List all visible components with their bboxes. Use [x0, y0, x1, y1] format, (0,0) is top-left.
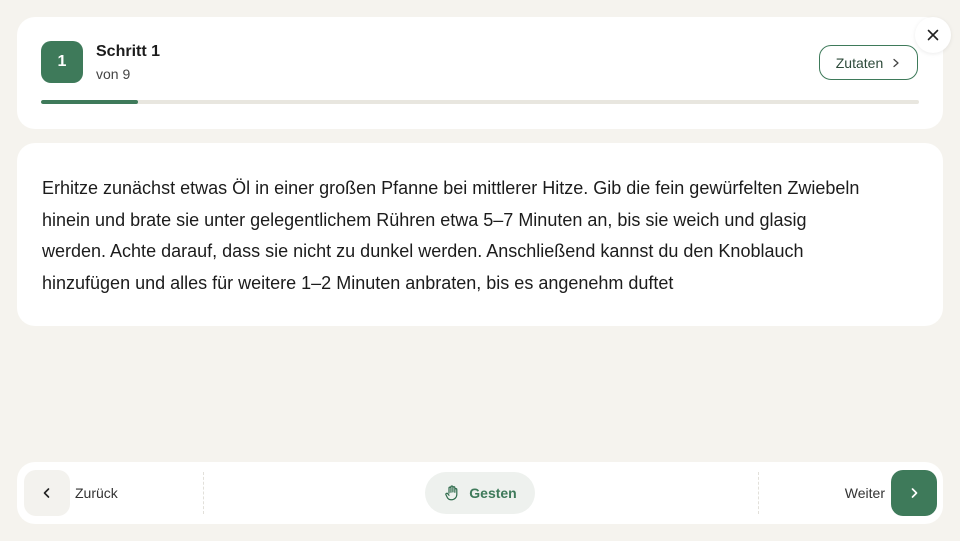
ingredients-button[interactable]: Zutaten: [819, 45, 918, 80]
instruction-card: Erhitze zunächst etwas Öl in einer große…: [17, 143, 943, 326]
bottom-navigation: Zurück Gesten Weiter: [17, 462, 943, 524]
gestures-button[interactable]: Gesten: [425, 472, 535, 514]
instruction-text: Erhitze zunächst etwas Öl in einer große…: [42, 178, 860, 293]
step-header-card: 1 Schritt 1 von 9 Zutaten: [17, 17, 943, 129]
close-icon: [927, 29, 939, 41]
divider-right: [758, 472, 759, 514]
step-progress-bar: [41, 100, 919, 104]
chevron-left-icon: [43, 488, 50, 498]
back-label[interactable]: Zurück: [75, 485, 118, 501]
hand-icon: [445, 485, 458, 501]
divider-left: [203, 472, 204, 514]
ingredients-label: Zutaten: [835, 54, 884, 71]
back-button[interactable]: [24, 470, 70, 516]
step-title: Schritt 1: [96, 43, 161, 60]
next-label[interactable]: Weiter: [845, 485, 885, 501]
step-progress-fill: [41, 100, 139, 104]
chevron-right-icon: [911, 488, 918, 498]
step-number: 1: [57, 53, 67, 70]
gestures-label: Gesten: [469, 485, 517, 501]
next-button[interactable]: [891, 470, 937, 516]
close-button[interactable]: [915, 17, 951, 53]
step-number-badge: 1: [41, 41, 83, 83]
chevron-right-icon: [893, 58, 899, 67]
cooking-step-page: 1 Schritt 1 von 9 Zutaten Erhitze zunäch…: [0, 0, 960, 541]
step-count: von 9: [96, 66, 131, 82]
